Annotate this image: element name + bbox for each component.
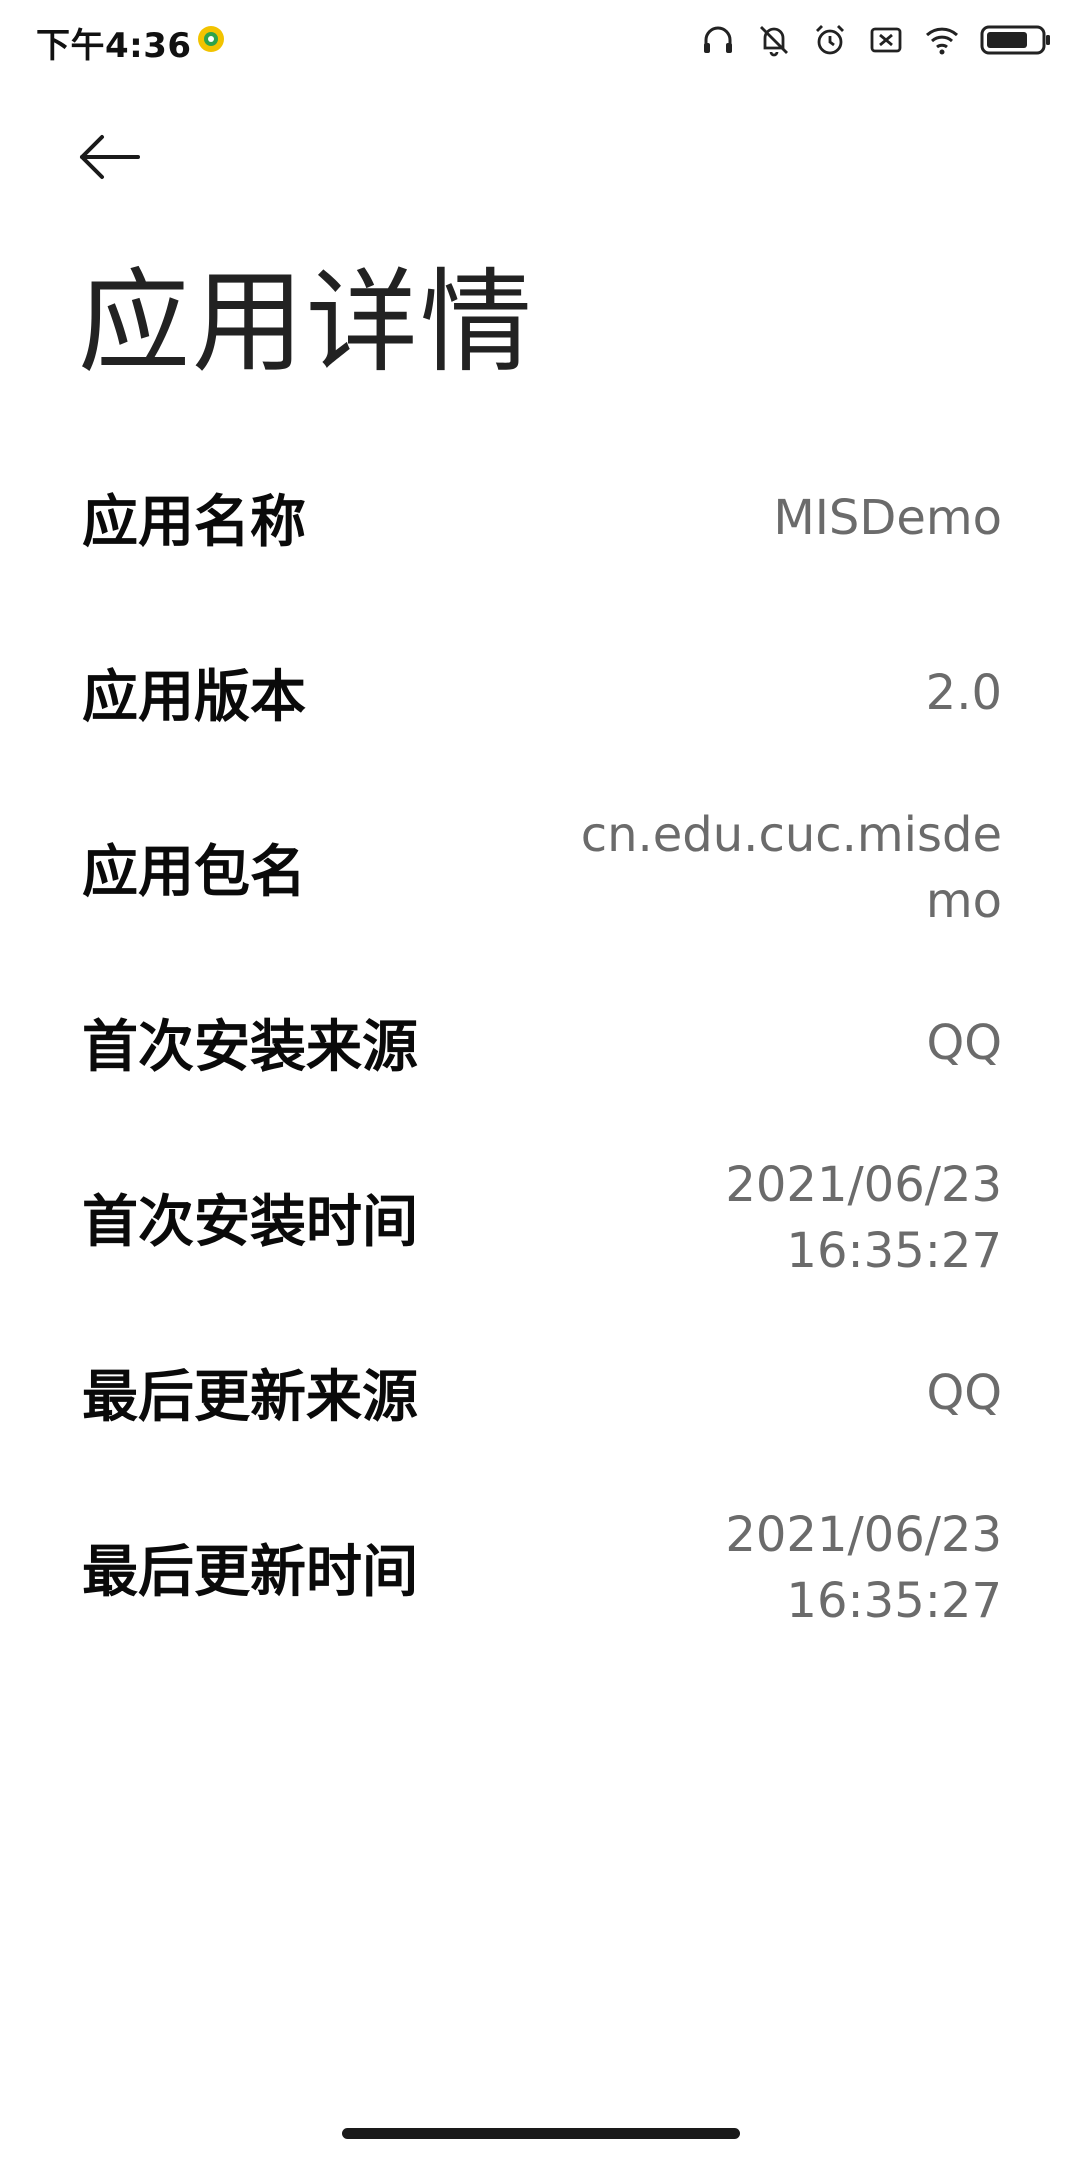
- detail-value: 2.0: [925, 664, 1002, 721]
- detail-label: 应用版本: [82, 665, 306, 730]
- app-notification-icon: [198, 26, 224, 52]
- detail-value: MISDemo: [773, 489, 1002, 546]
- status-time: 下午4:36: [36, 26, 192, 66]
- arrow-left-icon: [80, 135, 140, 179]
- headphones-icon: [704, 26, 732, 53]
- detail-row-first-install-source: 首次安装来源 QQ: [0, 965, 1080, 1120]
- detail-label: 最后更新来源: [82, 1365, 418, 1430]
- detail-row-last-update-time: 最后更新时间 2021/06/23 16:35:27: [0, 1490, 1080, 1645]
- status-icons: [700, 18, 1052, 62]
- detail-row-package-name: 应用包名 cn.edu.cuc.misde mo: [0, 790, 1080, 945]
- page-title: 应用详情: [78, 258, 534, 388]
- alarm-icon: [816, 25, 844, 55]
- detail-row-first-install-time: 首次安装时间 2021/06/23 16:35:27: [0, 1140, 1080, 1295]
- detail-value: QQ: [926, 1014, 1002, 1071]
- detail-value: 2021/06/23 16:35:27: [725, 1506, 1002, 1629]
- wifi-icon: [925, 27, 959, 55]
- detail-row-last-update-source: 最后更新来源 QQ: [0, 1315, 1080, 1470]
- detail-value: cn.edu.cuc.misde mo: [580, 806, 1002, 929]
- back-button[interactable]: [78, 125, 158, 189]
- battery-icon: [980, 25, 1050, 55]
- detail-label: 首次安装来源: [82, 1015, 418, 1080]
- detail-label: 应用包名: [82, 840, 306, 905]
- detail-label: 首次安装时间: [82, 1190, 418, 1255]
- detail-label: 最后更新时间: [82, 1540, 418, 1605]
- detail-row-app-name: 应用名称 MISDemo: [0, 440, 1080, 595]
- detail-row-app-version: 应用版本 2.0: [0, 615, 1080, 770]
- detail-label: 应用名称: [82, 490, 306, 555]
- sim-off-icon: [870, 27, 902, 53]
- bell-off-icon: [760, 26, 788, 57]
- detail-value: QQ: [926, 1364, 1002, 1421]
- status-bar: 下午4:36: [0, 0, 1080, 80]
- detail-value: 2021/06/23 16:35:27: [725, 1156, 1002, 1279]
- home-indicator[interactable]: [342, 2128, 740, 2139]
